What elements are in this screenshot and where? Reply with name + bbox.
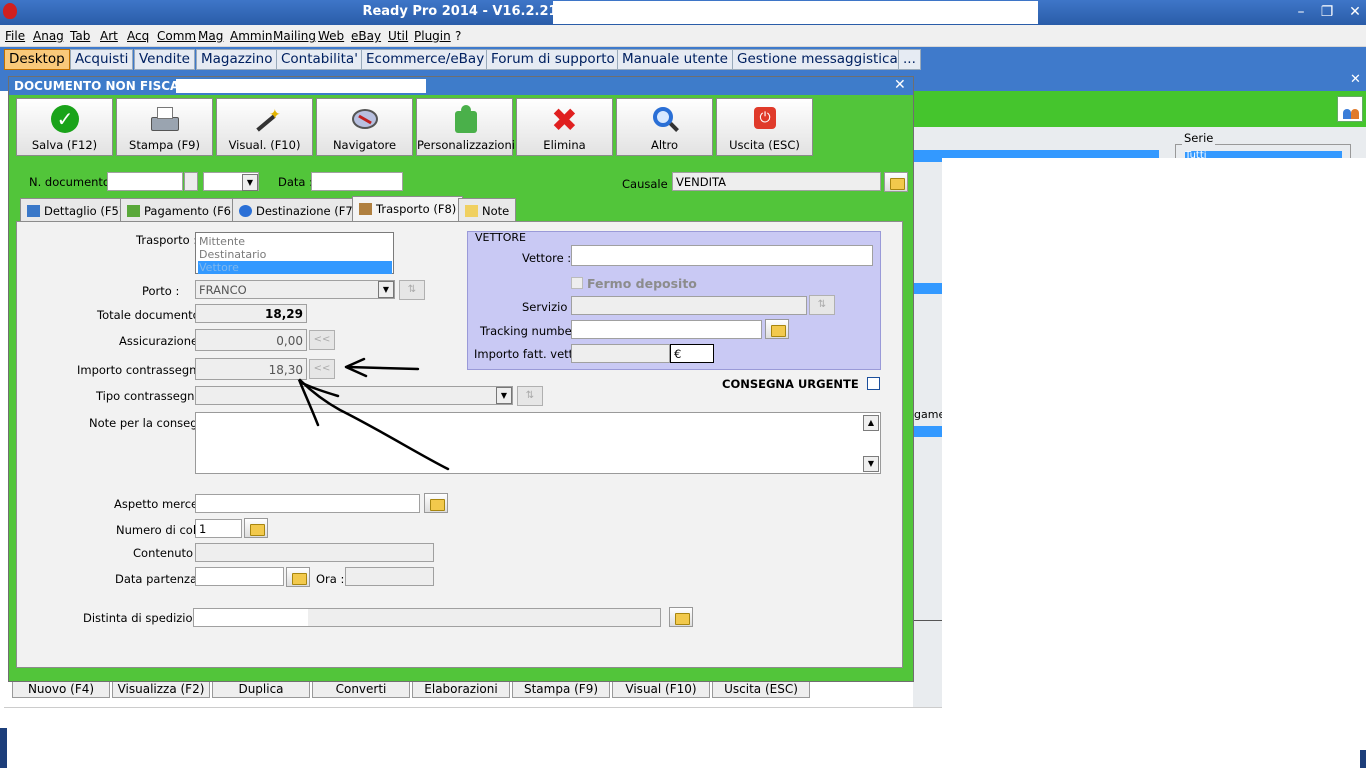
annotation-arrows bbox=[297, 357, 450, 471]
arrow-left-stroke bbox=[346, 365, 420, 371]
arrow-up-head bbox=[297, 379, 340, 427]
arrow-up-stroke bbox=[298, 378, 450, 471]
